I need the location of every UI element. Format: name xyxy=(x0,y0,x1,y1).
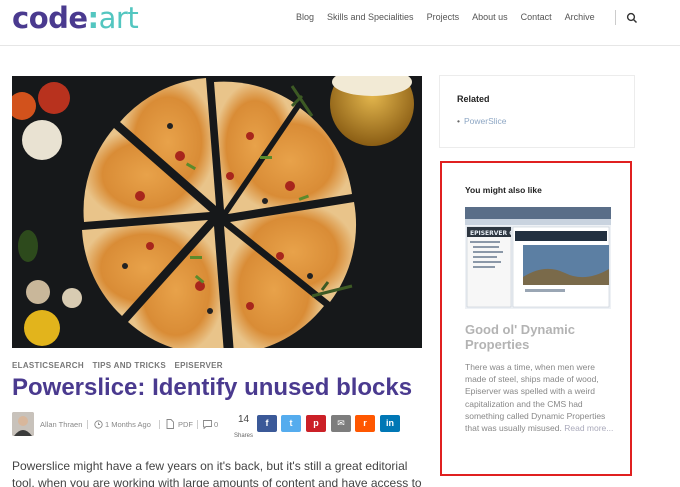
also-like-widget: You might also like EPISERVER CMS Good o… xyxy=(440,161,632,476)
meta-divider xyxy=(197,420,198,429)
nav-skills[interactable]: Skills and Specialities xyxy=(327,12,414,22)
nav-about[interactable]: About us xyxy=(472,12,508,22)
read-more-link[interactable]: Read more... xyxy=(564,423,613,433)
category-link[interactable]: EPISERVER xyxy=(175,361,223,370)
article-excerpt: Powerslice might have a few years on it'… xyxy=(12,459,422,487)
article-date: 1 Months Ago xyxy=(105,420,151,429)
pinterest-icon: p xyxy=(313,418,319,428)
meta-divider xyxy=(87,420,88,429)
share-count: 14 xyxy=(237,414,250,425)
author-name[interactable]: Allan Thraen xyxy=(40,420,82,429)
email-icon: ✉ xyxy=(337,418,345,428)
share-email-button[interactable]: ✉ xyxy=(331,415,351,432)
author-avatar xyxy=(12,412,34,436)
pdf-link[interactable]: PDF xyxy=(178,420,193,429)
pizza-illustration xyxy=(12,76,422,348)
related-widget: Related PowerSlice xyxy=(439,75,635,148)
search-icon[interactable] xyxy=(626,12,638,24)
nav-archive[interactable]: Archive xyxy=(565,12,595,22)
nav-contact[interactable]: Contact xyxy=(521,12,552,22)
article-meta: Allan Thraen 1 Months Ago PDF 0 14 Share… xyxy=(12,412,422,439)
reddit-icon: r xyxy=(363,418,367,428)
site-logo[interactable]: code:art xyxy=(12,1,139,35)
share-label: Shares xyxy=(234,433,254,439)
comment-count[interactable]: 0 xyxy=(214,420,218,429)
share-counter: 14 Shares xyxy=(234,415,253,441)
article-title: Powerslice: Identify unused blocks xyxy=(12,374,413,401)
share-reddit-button[interactable]: r xyxy=(355,415,375,432)
linkedin-icon: in xyxy=(386,418,394,428)
category-link[interactable]: ELASTICSEARCH xyxy=(12,361,84,370)
also-like-thumbnail[interactable]: EPISERVER CMS xyxy=(465,207,611,309)
related-heading: Related xyxy=(457,94,490,104)
nav-blog[interactable]: Blog xyxy=(296,12,314,22)
logo-art-text: art xyxy=(98,1,139,35)
also-like-post-title[interactable]: Good ol' Dynamic Properties xyxy=(465,322,615,352)
pdf-icon[interactable] xyxy=(166,419,174,429)
nav-divider xyxy=(615,10,616,25)
share-pinterest-button[interactable]: p xyxy=(306,415,326,432)
twitter-icon: t xyxy=(289,418,293,428)
nav-projects[interactable]: Projects xyxy=(427,12,460,22)
article-categories: ELASTICSEARCH TIPS AND TRICKS EPISERVER xyxy=(12,361,229,370)
facebook-icon: f xyxy=(265,418,269,428)
site-header: code:art Blog Skills and Specialities Pr… xyxy=(0,0,680,46)
logo-code-text: code xyxy=(12,1,88,35)
related-link-label: PowerSlice xyxy=(463,116,507,126)
also-like-heading: You might also like xyxy=(465,185,542,195)
share-linkedin-button[interactable]: in xyxy=(380,415,400,432)
main-nav: Blog Skills and Specialities Projects Ab… xyxy=(296,12,608,22)
share-twitter-button[interactable]: t xyxy=(281,415,301,432)
share-facebook-button[interactable]: f xyxy=(257,415,277,432)
comment-icon[interactable] xyxy=(203,420,212,429)
category-link[interactable]: TIPS AND TRICKS xyxy=(92,361,166,370)
article-hero-image xyxy=(12,76,422,348)
related-link[interactable]: PowerSlice xyxy=(457,116,507,126)
logo-colon-text: : xyxy=(87,1,100,35)
meta-divider xyxy=(159,420,160,429)
cms-screenshot-image: EPISERVER CMS xyxy=(465,207,611,309)
also-like-excerpt: There was a time, when men were made of … xyxy=(465,361,615,434)
clock-icon xyxy=(94,420,103,429)
